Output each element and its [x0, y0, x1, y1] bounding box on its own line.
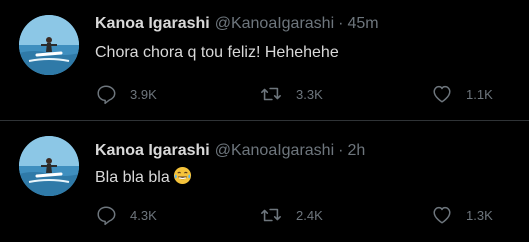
tweet-header: Kanoa Igarashi @KanoaIgarashi · 2h	[95, 141, 365, 161]
tweet-text-content: Bla bla bla	[95, 169, 170, 186]
tweet-feed: Kanoa Igarashi @KanoaIgarashi · 45m Chora c…	[0, 0, 529, 242]
separator-dot: ·	[338, 15, 344, 32]
reply-count: 4.3K	[130, 207, 157, 223]
reply-icon	[97, 206, 116, 226]
tweet[interactable]: Kanoa Igarashi @KanoaIgarashi · 2h Bla bla …	[0, 121, 529, 241]
tweet-actions: 4.3K 2.4K 1.3K	[0, 203, 529, 227]
tweet-actions: 3.9K 3.3K 1.1K	[0, 82, 529, 106]
face-with-tears-of-joy-icon	[173, 166, 192, 192]
retweet-count: 2.4K	[296, 207, 323, 223]
tweet-timestamp[interactable]: 2h	[347, 142, 365, 159]
separator-dot: ·	[338, 142, 344, 159]
like-button[interactable]: 1.1K	[431, 82, 493, 106]
like-count: 1.1K	[466, 86, 493, 102]
author-name[interactable]: Kanoa Igarashi	[95, 142, 210, 159]
tweet-timestamp[interactable]: 45m	[347, 15, 378, 32]
heart-icon	[433, 85, 451, 103]
author-handle[interactable]: @KanoaIgarashi	[215, 15, 334, 32]
retweet-icon	[261, 87, 281, 101]
like-button[interactable]: 1.3K	[431, 203, 493, 227]
avatar-image	[19, 15, 79, 75]
reply-button[interactable]: 4.3K	[95, 203, 157, 227]
retweet-button[interactable]: 2.4K	[259, 203, 323, 227]
reply-icon	[97, 85, 116, 105]
retweet-icon	[261, 208, 281, 222]
author-handle[interactable]: @KanoaIgarashi	[215, 142, 334, 159]
avatar[interactable]	[19, 136, 79, 196]
retweet-count: 3.3K	[296, 86, 323, 102]
avatar[interactable]	[19, 15, 79, 75]
reply-count: 3.9K	[130, 86, 157, 102]
retweet-button[interactable]: 3.3K	[259, 82, 323, 106]
tweet-text: Bla bla bla	[95, 166, 192, 192]
avatar-image	[19, 136, 79, 196]
tweet-header: Kanoa Igarashi @KanoaIgarashi · 45m	[95, 14, 379, 34]
tweet[interactable]: Kanoa Igarashi @KanoaIgarashi · 45m Chora c…	[0, 0, 529, 120]
tweet-text-content: Chora chora q tou feliz! Hehehehe	[95, 44, 339, 61]
tweet-text: Chora chora q tou feliz! Hehehehe	[95, 42, 339, 64]
heart-icon	[433, 206, 451, 224]
reply-button[interactable]: 3.9K	[95, 82, 157, 106]
like-count: 1.3K	[466, 207, 493, 223]
author-name[interactable]: Kanoa Igarashi	[95, 15, 210, 32]
